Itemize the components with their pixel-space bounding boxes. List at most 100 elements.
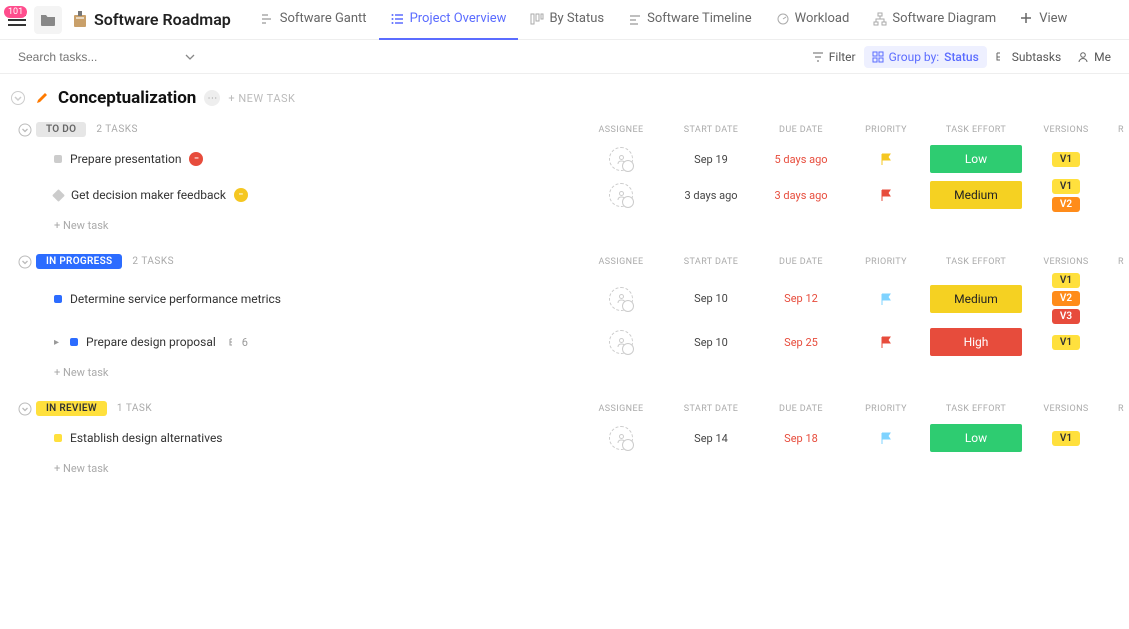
chevron-down-icon[interactable] xyxy=(185,52,195,62)
due-date[interactable]: Sep 18 xyxy=(756,432,846,445)
add-view-button[interactable]: View xyxy=(1008,0,1079,40)
new-task-row[interactable]: + New task xyxy=(36,213,1129,236)
info-icon[interactable]: ⋯ xyxy=(204,90,220,106)
start-date[interactable]: 3 days ago xyxy=(666,189,756,202)
effort-pill[interactable]: Medium xyxy=(930,181,1022,209)
col-assignee: ASSIGNEE xyxy=(576,125,666,135)
subtasks-icon xyxy=(995,51,1007,63)
assignee-placeholder[interactable] xyxy=(609,426,633,450)
status-pill[interactable]: IN PROGRESS xyxy=(36,254,122,269)
person-icon xyxy=(1077,51,1089,63)
assignee-placeholder[interactable] xyxy=(609,287,633,311)
group-icon xyxy=(872,51,884,63)
folder-button[interactable] xyxy=(34,6,62,34)
new-task-row[interactable]: + New task xyxy=(36,360,1129,383)
status-dot xyxy=(54,295,62,303)
filter-icon xyxy=(812,51,824,63)
subtasks-button[interactable]: Subtasks xyxy=(987,46,1069,68)
groupby-prefix: Group by: xyxy=(889,50,940,64)
versions-cell[interactable]: V1 xyxy=(1026,152,1106,167)
task-badge: − xyxy=(234,188,248,202)
board-icon xyxy=(72,11,88,29)
tab-gantt[interactable]: Software Gantt xyxy=(249,0,379,40)
task-count: 2 TASKS xyxy=(96,124,138,135)
task-row[interactable]: ▸ Prepare presentation − Sep 19 5 days a… xyxy=(36,141,1129,177)
assignee-placeholder[interactable] xyxy=(609,330,633,354)
version-badge[interactable]: V1 xyxy=(1052,335,1080,350)
status-pill[interactable]: TO DO xyxy=(36,122,86,137)
tab-bystatus[interactable]: By Status xyxy=(518,0,616,40)
priority-flag[interactable] xyxy=(879,335,893,349)
version-badge[interactable]: V1 xyxy=(1052,273,1080,288)
expand-icon[interactable]: ▸ xyxy=(54,337,62,348)
columns-header: TO DO 2 TASKS ASSIGNEE START DATE DUE DA… xyxy=(36,120,1129,141)
search-input[interactable] xyxy=(16,49,175,65)
priority-flag[interactable] xyxy=(879,292,893,306)
collapse-group[interactable] xyxy=(18,402,32,416)
versions-cell[interactable]: V1 V2 V3 xyxy=(1026,273,1106,324)
effort-pill[interactable]: High xyxy=(930,328,1022,356)
assignee-placeholder[interactable] xyxy=(609,183,633,207)
task-badge: − xyxy=(189,152,203,166)
task-group: IN PROGRESS 2 TASKS ASSIGNEE START DATE … xyxy=(0,246,1129,393)
col-effort: TASK EFFORT xyxy=(926,257,1026,267)
effort-pill[interactable]: Medium xyxy=(930,285,1022,313)
start-date[interactable]: Sep 19 xyxy=(666,153,756,166)
collapse-group[interactable] xyxy=(18,123,32,137)
columns-header: IN REVIEW 1 TASK ASSIGNEE START DATE DUE… xyxy=(36,399,1129,420)
start-date[interactable]: Sep 10 xyxy=(666,336,756,349)
tab-workload[interactable]: Workload xyxy=(764,0,862,40)
me-button[interactable]: Me xyxy=(1069,46,1119,68)
filter-button[interactable]: Filter xyxy=(804,46,864,68)
filter-label: Filter xyxy=(829,50,856,64)
priority-flag[interactable] xyxy=(879,431,893,445)
task-row[interactable]: ▸ Determine service performance metrics … xyxy=(36,273,1129,324)
start-date[interactable]: Sep 14 xyxy=(666,432,756,445)
version-badge[interactable]: V3 xyxy=(1052,309,1080,324)
versions-cell[interactable]: V1 xyxy=(1026,431,1106,446)
new-task-row[interactable]: + New task xyxy=(36,456,1129,479)
groupby-button[interactable]: Group by: Status xyxy=(864,46,987,68)
task-name: Determine service performance metrics xyxy=(70,292,281,306)
tabs: Software Gantt Project Overview By Statu… xyxy=(249,0,1121,40)
tab-timeline[interactable]: Software Timeline xyxy=(616,0,764,40)
due-date[interactable]: Sep 12 xyxy=(756,292,846,305)
col-start: START DATE xyxy=(666,257,756,267)
new-task-button[interactable]: + NEW TASK xyxy=(228,92,295,105)
col-priority: PRIORITY xyxy=(846,404,926,414)
start-date[interactable]: Sep 10 xyxy=(666,292,756,305)
priority-flag[interactable] xyxy=(879,188,893,202)
versions-cell[interactable]: V1V2 xyxy=(1026,179,1106,212)
diagram-icon xyxy=(873,12,887,26)
due-date[interactable]: 5 days ago xyxy=(756,153,846,166)
version-badge[interactable]: V2 xyxy=(1052,197,1080,212)
collapse-group[interactable] xyxy=(18,255,32,269)
tab-diagram[interactable]: Software Diagram xyxy=(861,0,1008,40)
status-pill[interactable]: IN REVIEW xyxy=(36,401,107,416)
versions-cell[interactable]: V1 xyxy=(1026,335,1106,350)
col-effort: TASK EFFORT xyxy=(926,125,1026,135)
tab-overview[interactable]: Project Overview xyxy=(379,0,519,40)
section-header: Conceptualization ⋯ + NEW TASK xyxy=(0,74,1129,114)
due-date[interactable]: Sep 25 xyxy=(756,336,846,349)
effort-pill[interactable]: Low xyxy=(930,145,1022,173)
task-row[interactable]: ▸ Prepare design proposal 6 Sep 10 Sep 2… xyxy=(36,324,1129,360)
notification-badge: 101 xyxy=(4,6,27,18)
priority-flag[interactable] xyxy=(879,152,893,166)
col-due: DUE DATE xyxy=(756,257,846,267)
version-badge[interactable]: V1 xyxy=(1052,431,1080,446)
effort-pill[interactable]: Low xyxy=(930,424,1022,452)
page-title: Software Roadmap xyxy=(94,10,231,29)
due-date[interactable]: 3 days ago xyxy=(756,189,846,202)
version-badge[interactable]: V1 xyxy=(1052,179,1080,194)
task-row[interactable]: ▸ Get decision maker feedback − 3 days a… xyxy=(36,177,1129,213)
search-wrap[interactable] xyxy=(10,49,180,65)
task-row[interactable]: ▸ Establish design alternatives Sep 14 S… xyxy=(36,420,1129,456)
col-priority: PRIORITY xyxy=(846,125,926,135)
collapse-section[interactable] xyxy=(10,90,26,106)
hamburger-menu[interactable]: 101 xyxy=(8,14,26,26)
version-badge[interactable]: V1 xyxy=(1052,152,1080,167)
version-badge[interactable]: V2 xyxy=(1052,291,1080,306)
folder-icon xyxy=(40,13,56,27)
assignee-placeholder[interactable] xyxy=(609,147,633,171)
